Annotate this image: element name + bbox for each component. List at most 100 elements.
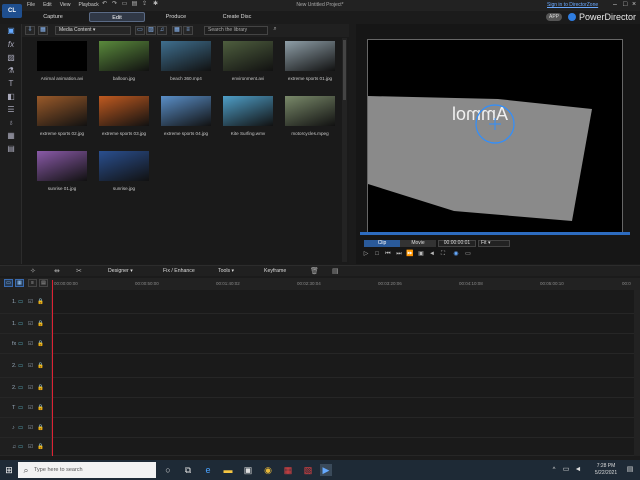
particle-room-icon[interactable]: ⚗ [6,66,16,76]
fx-room-icon[interactable]: fx [6,40,16,50]
view-list-icon[interactable]: ≡ [183,26,193,35]
3d-icon[interactable]: ◉ [452,250,460,258]
library-search-input[interactable]: Search the library [204,26,268,35]
view-grid-icon[interactable]: ▦ [172,26,182,35]
track-enable-checkbox[interactable]: ☑ [28,299,33,305]
track-row[interactable]: fx ▭ ☑ 🔒 [0,334,634,354]
open-icon[interactable]: ▭ [121,1,128,8]
snap-icon[interactable]: ▤ [39,279,48,287]
volume-icon[interactable]: ◄ [428,250,436,258]
track-lock-icon[interactable]: 🔒 [37,299,44,305]
filter-image-icon[interactable]: ▨ [146,26,156,35]
track-row[interactable]: ♪ ▭ ☑ 🔒 [0,418,634,438]
undo-icon[interactable]: ↶ [101,1,108,8]
playhead[interactable] [52,280,53,456]
snapshot-icon[interactable]: ▣ [417,250,425,258]
file-explorer-icon[interactable]: ▬ [222,464,234,476]
fit-dropdown[interactable]: Fit ▾ [478,240,510,247]
edge-browser-icon[interactable]: e [202,464,214,476]
filter-video-icon[interactable]: ▭ [135,26,145,35]
pip-room-icon[interactable]: ▨ [6,53,16,63]
tab-create-disc[interactable]: Create Disc [216,12,258,22]
track-lock-icon[interactable]: 🔒 [37,385,44,391]
powerdirector-taskbar-icon[interactable]: ▶ [320,464,332,476]
track-enable-checkbox[interactable]: ☑ [28,385,33,391]
tab-edit[interactable]: Edit [89,12,145,22]
timeline-ruler[interactable]: ▭ ▦ ≡ ▤ 00:00:00:00 00:00:50:00 00:01:40… [0,278,640,290]
movie-toggle[interactable]: Movie [400,240,436,247]
settings-gear-icon[interactable]: ✱ [152,1,159,8]
tools-menu[interactable]: Tools ▾ [218,268,234,274]
stop-icon[interactable]: □ [373,250,381,258]
voice-over-icon[interactable]: ♁ [6,118,16,128]
track-enable-checkbox[interactable]: ☑ [28,341,33,347]
track-lock-icon[interactable]: 🔒 [37,405,44,411]
chapter-room-icon[interactable]: ▦ [6,131,16,141]
menu-file[interactable]: File [27,2,35,8]
taskbar-search-input[interactable]: Type here to search [18,462,156,478]
maximize-icon[interactable]: □ [623,1,627,8]
tab-capture[interactable]: Capture [36,12,70,22]
storyboard-view-icon[interactable]: ▦ [15,279,24,287]
title-room-icon[interactable]: T [6,79,16,89]
menu-view[interactable]: View [60,2,71,8]
track-row[interactable]: T ▭ ☑ 🔒 [0,398,634,418]
redo-icon[interactable]: ↷ [111,1,118,8]
track-lock-icon[interactable]: 🔒 [37,425,44,431]
library-scrollbar[interactable] [342,38,347,262]
prev-frame-icon[interactable]: ⏮ [384,250,392,258]
menu-playback[interactable]: Playback [78,2,98,8]
media-room-icon[interactable]: ▣ [6,26,16,36]
preview-canvas[interactable]: Ammol [367,39,623,233]
timeline-view-icon[interactable]: ▭ [4,279,13,287]
track-enable-checkbox[interactable]: ☑ [28,405,33,411]
store-icon[interactable]: ▣ [242,464,254,476]
track-manager-icon[interactable]: ≡ [28,279,37,287]
import-icon[interactable]: ⇩ [25,26,35,35]
plugin-icon[interactable]: ▦ [38,26,48,35]
clip-menu-icon[interactable]: ▤ [332,267,339,275]
trim-scissors-icon[interactable]: ✂ [76,267,82,275]
track-lock-icon[interactable]: 🔒 [37,341,44,347]
minimize-icon[interactable]: – [613,1,617,8]
delete-trash-icon[interactable]: 🗑 [310,267,319,275]
app-red-icon[interactable]: ▦ [282,464,294,476]
timecode-display[interactable]: 00:00:00:01 [438,240,476,247]
keyframe-button[interactable]: Keyframe [264,268,286,274]
transition-room-icon[interactable]: ◧ [6,92,16,102]
library-scroll-thumb[interactable] [343,40,346,100]
track-lock-icon[interactable]: 🔒 [37,321,44,327]
play-icon[interactable]: ▷ [362,250,370,258]
timeline-scrollbar[interactable] [634,290,640,456]
close-icon[interactable]: × [632,1,636,8]
track-enable-checkbox[interactable]: ☑ [28,444,33,450]
task-view-icon[interactable]: ⧉ [182,464,194,476]
cortana-icon[interactable]: ○ [162,464,174,476]
fast-forward-icon[interactable]: ⏩ [406,250,414,258]
track-lock-icon[interactable]: 🔒 [37,363,44,369]
windows-start-icon[interactable]: ⊞ [3,464,15,476]
clip-toggle[interactable]: Clip [364,240,400,247]
track-row[interactable]: ♫ ▭ ☑ 🔒 [0,438,634,456]
split-icon[interactable]: ⇹ [54,267,60,275]
subtitle-room-icon[interactable]: ▤ [6,144,16,154]
sign-in-link[interactable]: Sign in to DirectorZone [547,2,598,8]
tray-chevron-icon[interactable]: ^ [548,464,560,476]
next-frame-icon[interactable]: ⏭ [395,250,403,258]
save-icon[interactable]: ▤ [131,1,138,8]
share-icon[interactable]: ⇪ [141,1,148,8]
track-enable-checkbox[interactable]: ☑ [28,363,33,369]
fix-enhance-button[interactable]: Fix / Enhance [163,268,195,274]
track-row[interactable]: 1. ▭ ☑ 🔒 [0,314,634,334]
taskbar-clock[interactable]: 7:28 PM 5/22/2021 [592,463,620,477]
track-row[interactable]: 1. ▭ ☑ 🔒 [0,290,634,314]
volume-tray-icon[interactable]: ◄ [572,464,584,476]
designer-menu[interactable]: Designer ▾ [108,268,133,274]
filter-audio-icon[interactable]: ♫ [157,26,167,35]
network-icon[interactable]: ▭ [560,464,572,476]
menu-edit[interactable]: Edit [43,2,52,8]
track-enable-checkbox[interactable]: ☑ [28,425,33,431]
track-lock-icon[interactable]: 🔒 [37,444,44,450]
notification-icon[interactable]: ▤ [624,464,636,476]
media-content-dropdown[interactable]: Media Content ▾ [55,26,131,35]
